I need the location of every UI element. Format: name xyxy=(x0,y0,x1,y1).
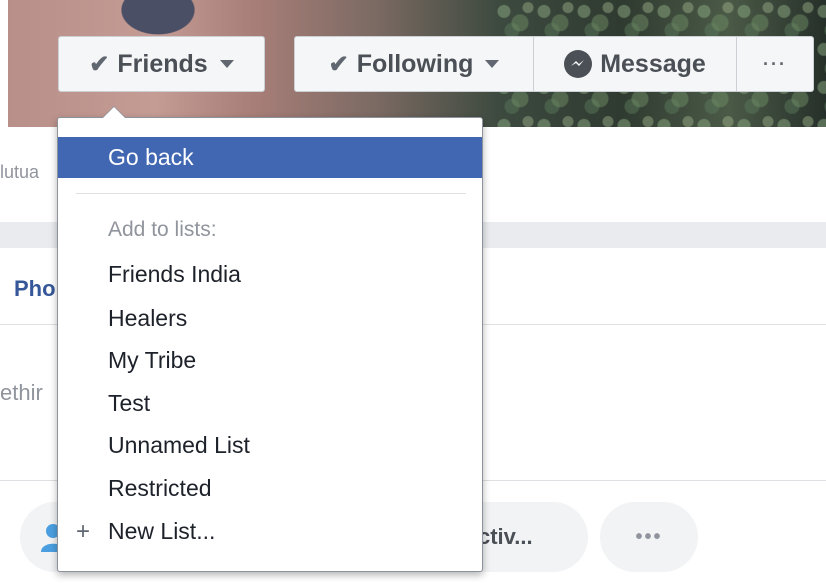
caret-down-icon xyxy=(219,60,234,68)
menu-item-list[interactable]: Healers xyxy=(108,305,187,332)
composer-more-pill[interactable]: ••• xyxy=(600,502,698,572)
plus-icon: + xyxy=(76,518,91,545)
menu-item-new-list[interactable]: New List... xyxy=(108,518,215,545)
menu-pointer xyxy=(102,106,126,118)
menu-item-list[interactable]: My Tribe xyxy=(108,347,196,374)
following-button-label: Following xyxy=(356,49,474,78)
menu-item-list[interactable]: Restricted xyxy=(108,475,212,502)
feeling-activity-label: ctiv... xyxy=(478,524,533,549)
menu-item-go-back[interactable]: Go back xyxy=(58,137,482,178)
menu-heading-add-to-lists: Add to lists: xyxy=(108,218,217,241)
more-options-label: ··· xyxy=(763,53,787,74)
menu-item-list[interactable]: Friends India xyxy=(108,261,241,288)
composer-placeholder[interactable]: ethir xyxy=(0,380,43,406)
menu-item-list[interactable]: Test xyxy=(108,390,150,417)
menu-item-list[interactable]: Unnamed List xyxy=(108,432,250,459)
more-dots-icon: ••• xyxy=(635,525,663,548)
mutual-friends-text: lutua xyxy=(0,162,40,182)
more-options-button[interactable]: ··· xyxy=(736,36,814,92)
caret-down-icon xyxy=(485,60,500,68)
message-button[interactable]: Message xyxy=(533,36,737,92)
tab-photos[interactable]: Pho xyxy=(14,276,56,302)
friends-button-label: Friends xyxy=(117,49,208,78)
message-button-label: Message xyxy=(600,49,706,78)
friends-button[interactable]: ✔ Friends xyxy=(58,36,265,92)
following-button[interactable]: ✔ Following xyxy=(294,36,534,92)
friends-dropdown-menu: Go back Add to lists: Friends India Heal… xyxy=(57,106,483,572)
messenger-icon xyxy=(564,50,593,78)
check-icon: ✔ xyxy=(89,50,110,78)
check-icon: ✔ xyxy=(328,50,349,78)
menu-divider xyxy=(76,193,466,194)
